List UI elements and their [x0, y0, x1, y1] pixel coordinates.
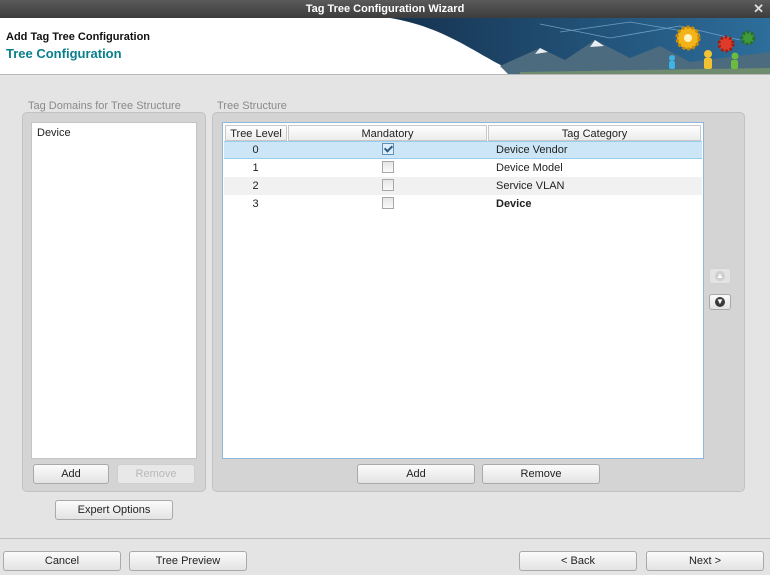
tree-structure-label: Tree Structure [217, 100, 287, 112]
footer-divider [0, 538, 770, 539]
expert-options-button[interactable]: Expert Options [55, 500, 173, 520]
tag-category-cell: Service VLAN [496, 180, 565, 192]
next-button[interactable]: Next > [646, 551, 764, 571]
mandatory-checkbox[interactable] [382, 143, 394, 156]
add-domain-button[interactable]: Add [33, 464, 109, 484]
arrow-up-circle-icon: ▲ [715, 271, 725, 281]
title-bar: Tag Tree Configuration Wizard ✕ [0, 0, 770, 18]
wizard-subtitle: Add Tag Tree Configuration [6, 31, 151, 43]
mandatory-checkbox[interactable] [382, 179, 394, 192]
tree-level-cell: 1 [252, 162, 259, 174]
tag-category-cell: Device Vendor [496, 144, 568, 156]
back-button[interactable]: < Back [519, 551, 637, 571]
add-tree-level-button[interactable]: Add [357, 464, 475, 484]
tag-domains-list[interactable]: Device [31, 122, 197, 459]
remove-domain-button[interactable]: Remove [117, 464, 195, 484]
arrow-down-circle-icon: ▼ [715, 297, 725, 307]
mandatory-checkbox[interactable] [382, 161, 394, 174]
tree-structure-table[interactable]: Tree Level Mandatory Tag Category 0 Devi… [222, 122, 704, 459]
tree-level-cell: 2 [252, 180, 259, 192]
cancel-button[interactable]: Cancel [3, 551, 121, 571]
table-row[interactable]: 2 Service VLAN [224, 177, 702, 195]
tag-category-cell: Device Model [496, 162, 563, 174]
list-item[interactable]: Device [37, 127, 71, 139]
remove-tree-level-button[interactable]: Remove [482, 464, 600, 484]
window-title: Tag Tree Configuration Wizard [305, 3, 465, 15]
mandatory-checkbox[interactable] [382, 197, 394, 210]
tag-domains-panel: Device Add Remove [22, 112, 206, 492]
move-down-button[interactable]: ▼ [709, 294, 731, 310]
column-header-tree-level[interactable]: Tree Level [225, 125, 287, 141]
page-title: Tree Configuration [6, 46, 122, 61]
column-header-tag-category[interactable]: Tag Category [488, 125, 701, 141]
table-row[interactable]: 3 Device [224, 195, 702, 213]
table-row[interactable]: 0 Device Vendor [224, 141, 702, 159]
wizard-header: Add Tag Tree Configuration Tree Configur… [0, 18, 770, 75]
tree-preview-button[interactable]: Tree Preview [129, 551, 247, 571]
tree-level-cell: 3 [252, 198, 259, 210]
tree-level-cell: 0 [252, 144, 259, 156]
close-icon[interactable]: ✕ [753, 0, 764, 18]
tag-category-cell: Device [496, 198, 532, 210]
table-row[interactable]: 1 Device Model [224, 159, 702, 177]
header-banner-image [390, 18, 770, 74]
column-header-mandatory[interactable]: Mandatory [288, 125, 487, 141]
tag-domains-label: Tag Domains for Tree Structure [28, 100, 181, 112]
move-up-button[interactable]: ▲ [709, 268, 731, 284]
